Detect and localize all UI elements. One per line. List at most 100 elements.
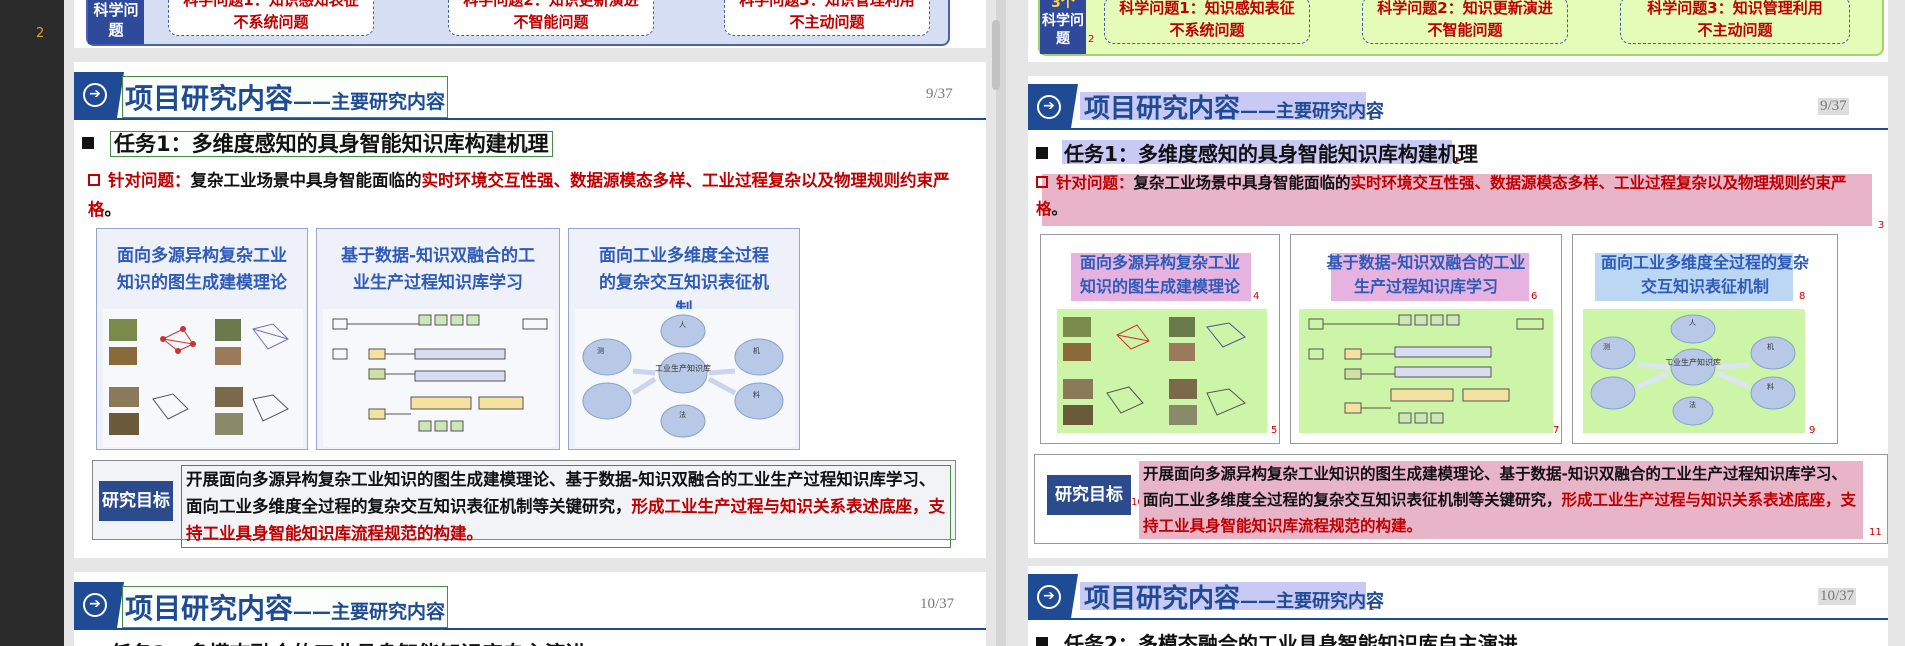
graph-generation-figure — [1057, 309, 1267, 433]
slide-title: 项目研究内容——主要研究内容 — [1084, 94, 1385, 124]
arrow-right-icon: ➔ — [1037, 585, 1061, 609]
left-pane-scrollbar[interactable] — [992, 20, 1000, 90]
slide-9: ➔ 项目研究内容——主要研究内容 9/37 任务1：多维度感知的具身智能知识库构… — [74, 62, 986, 558]
panel-title: 基于数据-知识双融合的工业生产过程知识库学习 — [340, 246, 536, 293]
question-1: 科学问题1：知识感知表征 不系统问题 — [168, 0, 374, 36]
page-number: 10/37 — [1818, 588, 1857, 605]
page-number: 9/37 — [1818, 98, 1849, 115]
annotation-label: 6 — [1531, 291, 1538, 302]
panel-knowledge-representation: 面向工业多维度全过程的复杂交互知识表征机制 工业生产知识库 人 机 料 法 — [568, 228, 800, 450]
knowledge-representation-figure: 工业生产知识库 人 机 料 法 测 — [1583, 309, 1805, 433]
arrow-right-icon: ➔ — [83, 593, 107, 617]
bullet-square-icon — [1036, 147, 1048, 159]
research-goal-box: 研究目标 10 开展面向多源异构复杂工业知识的图生成建模理论、基于数据-知识双融… — [1034, 454, 1888, 544]
task-heading: 任务1：多维度感知的具身智能知识库构建机理 — [82, 128, 553, 158]
title-rule — [74, 628, 986, 630]
science-questions-banner: 科学问题 科学问题1：知识感知表征 不系统问题 科学问题2：知识更新演进 不智能问题… — [86, 0, 950, 46]
knowledge-representation-figure: 工业生产知识库 人 机 料 法 测 — [575, 309, 795, 447]
svg-text:机: 机 — [1767, 342, 1774, 351]
svg-text:测: 测 — [1603, 343, 1610, 351]
task-heading: 任务2：多模态融合的工业具身智能知识库自主演进 — [82, 638, 587, 646]
panel-knowledge-learning: 基于数据-知识双融合的工业生产过程知识库学习 — [316, 228, 560, 450]
bullet-square-icon — [82, 137, 94, 149]
arrow-right-icon: ➔ — [1037, 95, 1061, 119]
svg-text:机: 机 — [753, 346, 760, 355]
question-3: 科学问题3：知识管理利用 不主动问题 — [724, 0, 930, 36]
annotation-label: 2 — [1454, 156, 1461, 167]
pane-splitter[interactable] — [996, 0, 1006, 646]
research-goal-text: 开展面向多源异构复杂工业知识的图生成建模理论、基于数据-知识双融合的工业生产过程… — [181, 465, 951, 548]
slide-top-partial: 科学问题 科学问题1：知识感知表征 不系统问题 科学问题2：知识更新演进 不智能问题… — [74, 0, 986, 48]
page-number: 9/37 — [926, 86, 953, 102]
slide-10-partial-annotated: ➔ 项目研究内容——主要研究内容 1 10/37 任务2：多模态融合的工业具身智… — [1028, 566, 1888, 646]
panel-title: 面向多源异构复杂工业知识的图生成建模理论 — [117, 246, 287, 293]
slide-9-annotated: ➔ 项目研究内容——主要研究内容 1 9/37 任务1：多维度感知的具身智能知识… — [1028, 76, 1888, 558]
bullet-square-icon — [1036, 637, 1048, 646]
editor-gutter: 2 — [0, 0, 64, 646]
science-questions-banner: 3个 科学问题 科学问题1：知识感知表征 不系统问题 科学问题2：知识更新演进 不智能… — [1038, 0, 1884, 56]
annotation-label: 7 — [1553, 425, 1560, 436]
question-2: 科学问题2：知识更新演进 不智能问题 — [1362, 0, 1568, 44]
research-goal-tag: 研究目标 — [99, 481, 173, 521]
svg-text:料: 料 — [1767, 382, 1774, 391]
svg-text:料: 料 — [753, 390, 760, 399]
knowledge-learning-figure — [1299, 309, 1553, 433]
graph-generation-figure — [103, 309, 303, 447]
section-arrow-badge: ➔ — [1028, 84, 1078, 128]
svg-text:工业生产知识库: 工业生产知识库 — [655, 363, 711, 373]
research-goal-tag: 研究目标 — [1047, 475, 1131, 515]
panel-graph-generation: 面向多源异构复杂工业知识的图生成建模理论 4 5 — [1040, 234, 1280, 444]
slide-10-partial: ➔ 项目研究内容——主要研究内容 10/37 任务2：多模态融合的工业具身智能知… — [74, 572, 986, 646]
panel-title: 基于数据-知识双融合的工业生产过程知识库学习 — [1326, 253, 1526, 296]
annotation-label: 2 — [1088, 34, 1095, 45]
arrow-right-icon: ➔ — [83, 83, 107, 107]
title-rule — [1028, 618, 1888, 620]
annotation-label: 1 — [1368, 602, 1375, 613]
line-number: 2 — [36, 26, 45, 41]
panel-title: 面向工业多维度全过程的复杂交互知识表征机制 — [1600, 253, 1809, 296]
slide-top-partial-annotated: 3个 科学问题 科学问题1：知识感知表征 不系统问题 科学问题2：知识更新演进 不智能… — [1028, 0, 1888, 62]
research-goal-text: 开展面向多源异构复杂工业知识的图生成建模理论、基于数据-知识双融合的工业生产过程… — [1143, 465, 1857, 535]
annotation-label: 9 — [1809, 425, 1816, 436]
annotation-label: 11 — [1869, 527, 1882, 538]
right-annotated-pane[interactable]: 3个 科学问题 科学问题1：知识感知表征 不系统问题 科学问题2：知识更新演进 不智能… — [1006, 0, 1905, 646]
title-rule — [1028, 128, 1888, 130]
task-heading: 任务1：多维度感知的具身智能知识库构建机理 — [1036, 138, 1478, 167]
annotation-label: 3 — [1878, 220, 1885, 231]
panel-knowledge-learning: 基于数据-知识双融合的工业生产过程知识库学习 6 7 — [1290, 234, 1562, 444]
checkbox-square-icon — [88, 174, 100, 186]
knowledge-learning-figure — [323, 309, 555, 447]
svg-text:人: 人 — [1689, 319, 1696, 327]
section-arrow-badge: ➔ — [1028, 574, 1078, 618]
svg-text:法: 法 — [679, 410, 686, 419]
title-rule — [74, 118, 986, 120]
banner-tag: 科学问题 — [88, 0, 144, 44]
panel-knowledge-representation: 面向工业多维度全过程的复杂交互知识表征机制 8 工业生产知识库 人 机 料 法 — [1572, 234, 1838, 444]
panel-title: 面向多源异构复杂工业知识的图生成建模理论 — [1079, 253, 1240, 296]
slide-title: 项目研究内容——主要研究内容 — [122, 586, 449, 628]
task-heading: 任务2：多模态融合的工业具身智能知识库自主演进 — [1036, 628, 1518, 646]
research-goal-box: 研究目标 开展面向多源异构复杂工业知识的图生成建模理论、基于数据-知识双融合的工… — [92, 460, 956, 548]
problem-statement: 针对问题：复杂工业场景中具身智能面临的实时环境交互性强、数据源模态多样、工业过程… — [88, 171, 950, 219]
panel-graph-generation: 面向多源异构复杂工业知识的图生成建模理论 — [96, 228, 308, 450]
section-arrow-badge: ➔ — [74, 582, 124, 628]
section-arrow-badge: ➔ — [74, 72, 124, 118]
annotation-label: 5 — [1271, 425, 1278, 436]
problem-statement: 针对问题：复杂工业场景中具身智能面临的实时环境交互性强、数据源模态多样、工业过程… — [1036, 174, 1847, 218]
question-3: 科学问题3：知识管理利用 不主动问题 — [1620, 0, 1850, 44]
checkbox-square-icon — [1036, 176, 1048, 188]
annotation-label: 1 — [1368, 112, 1375, 123]
page-number: 10/37 — [920, 596, 955, 612]
banner-tag: 3个 科学问题 — [1040, 0, 1086, 54]
svg-text:工业生产知识库: 工业生产知识库 — [1665, 357, 1721, 367]
annotation-label: 8 — [1799, 291, 1806, 302]
question-2: 科学问题2：知识更新演进 不智能问题 — [448, 0, 654, 36]
left-preview-pane[interactable]: 科学问题 科学问题1：知识感知表征 不系统问题 科学问题2：知识更新演进 不智能问题… — [64, 0, 996, 646]
annotation-label: 4 — [1253, 291, 1260, 302]
svg-text:测: 测 — [597, 347, 604, 355]
slide-title: 项目研究内容——主要研究内容 — [122, 76, 449, 118]
svg-text:人: 人 — [679, 321, 686, 329]
question-1: 科学问题1：知识感知表征 不系统问题 — [1104, 0, 1310, 44]
slide-title: 项目研究内容——主要研究内容 — [1084, 584, 1385, 614]
svg-text:法: 法 — [1689, 400, 1696, 409]
